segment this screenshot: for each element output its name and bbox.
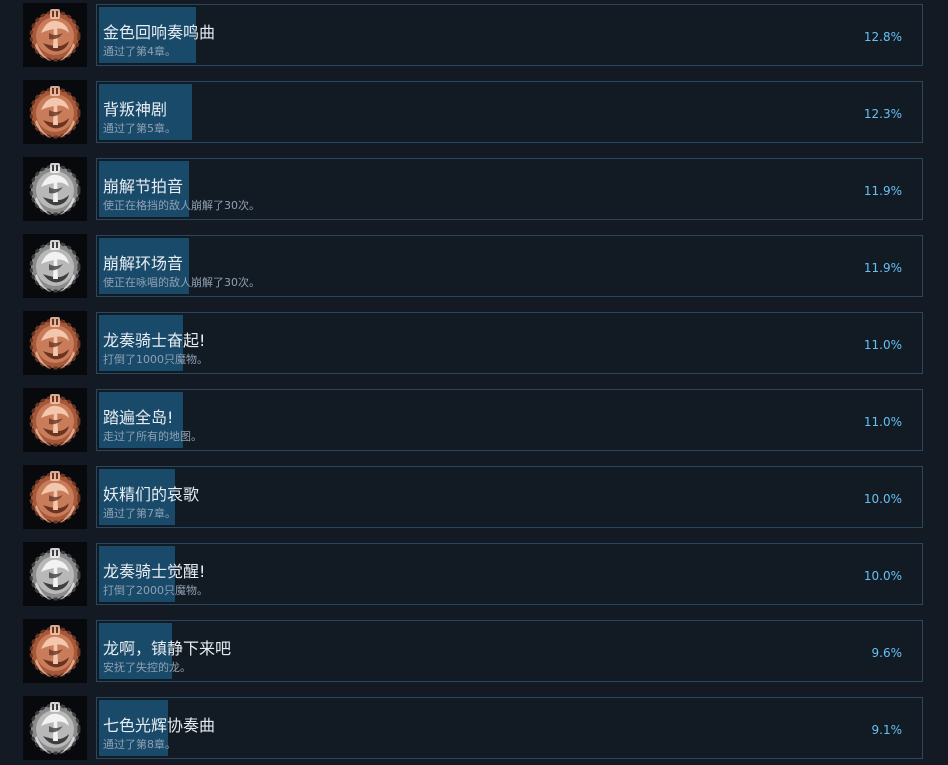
unlock-percentage: 9.1% bbox=[871, 723, 903, 737]
achievement-panel: 龙啊，镇静下来吧安抚了失控的龙。 9.6% bbox=[96, 620, 923, 682]
achievement-description: 使正在咏唱的敌人崩解了30次。 bbox=[103, 276, 260, 289]
achievement-row: 七色光辉协奏曲通过了第8章。 9.1% bbox=[0, 695, 948, 761]
achievement-title: 七色光辉协奏曲 bbox=[103, 716, 216, 735]
achievement-description: 通过了第5章。 bbox=[103, 122, 176, 135]
achievement-panel: 妖精们的哀歌通过了第7章。 10.0% bbox=[96, 466, 923, 528]
achievement-description: 通过了第4章。 bbox=[103, 45, 176, 58]
achievement-row: 崩解节拍音使正在格挡的敌人崩解了30次。 11.9% bbox=[0, 156, 948, 222]
unlock-percentage: 12.8% bbox=[863, 30, 902, 44]
achievement-row: 背叛神剧通过了第5章。 12.3% bbox=[0, 79, 948, 145]
achievement-panel: 金色回响奏鸣曲通过了第4章。 12.8% bbox=[96, 4, 923, 66]
achievement-title: 崩解环场音 bbox=[103, 254, 184, 273]
achievement-panel: 背叛神剧通过了第5章。 12.3% bbox=[96, 81, 923, 143]
silver-achievement-badge-icon bbox=[23, 696, 87, 760]
achievement-title: 踏遍全岛! bbox=[103, 408, 174, 427]
achievement-title: 金色回响奏鸣曲 bbox=[103, 23, 216, 42]
achievement-panel: 龙奏骑士奋起! 打倒了1000只魔物。 11.0% bbox=[96, 312, 923, 374]
achievement-description: 打倒了1000只魔物。 bbox=[103, 353, 208, 366]
achievement-title: 背叛神剧 bbox=[103, 100, 168, 119]
achievement-panel: 踏遍全岛! 走过了所有的地图。 11.0% bbox=[96, 389, 923, 451]
unlock-percentage: 10.0% bbox=[863, 492, 902, 506]
bronze-achievement-badge-icon bbox=[23, 311, 87, 375]
achievement-description: 打倒了2000只魔物。 bbox=[103, 584, 208, 597]
unlock-percentage: 11.0% bbox=[863, 415, 902, 429]
silver-achievement-badge-icon bbox=[23, 542, 87, 606]
achievement-row: 龙奏骑士觉醒! 打倒了2000只魔物。 10.0% bbox=[0, 541, 948, 607]
achievement-description: 通过了第8章。 bbox=[103, 738, 176, 751]
achievement-panel: 七色光辉协奏曲通过了第8章。 9.1% bbox=[96, 697, 923, 759]
bronze-achievement-badge-icon bbox=[23, 465, 87, 529]
achievement-description: 通过了第7章。 bbox=[103, 507, 176, 520]
achievement-description: 安抚了失控的龙。 bbox=[103, 661, 191, 674]
achievement-description: 走过了所有的地图。 bbox=[103, 430, 202, 443]
silver-achievement-badge-icon bbox=[23, 157, 87, 221]
unlock-percentage: 11.9% bbox=[863, 184, 902, 198]
bronze-achievement-badge-icon bbox=[23, 80, 87, 144]
achievement-panel: 龙奏骑士觉醒! 打倒了2000只魔物。 10.0% bbox=[96, 543, 923, 605]
achievement-title: 崩解节拍音 bbox=[103, 177, 184, 196]
achievement-row: 崩解环场音使正在咏唱的敌人崩解了30次。 11.9% bbox=[0, 233, 948, 299]
unlock-percentage: 11.9% bbox=[863, 261, 902, 275]
unlock-percentage: 11.0% bbox=[863, 338, 902, 352]
achievement-row: 金色回响奏鸣曲通过了第4章。 12.8% bbox=[0, 2, 948, 68]
achievement-row: 龙啊，镇静下来吧安抚了失控的龙。 9.6% bbox=[0, 618, 948, 684]
unlock-percentage: 10.0% bbox=[863, 569, 902, 583]
silver-achievement-badge-icon bbox=[23, 234, 87, 298]
bronze-achievement-badge-icon bbox=[23, 3, 87, 67]
achievement-row: 龙奏骑士奋起! 打倒了1000只魔物。 11.0% bbox=[0, 310, 948, 376]
achievement-row: 踏遍全岛! 走过了所有的地图。 11.0% bbox=[0, 387, 948, 453]
achievement-description: 使正在格挡的敌人崩解了30次。 bbox=[103, 199, 260, 212]
bronze-achievement-badge-icon bbox=[23, 388, 87, 452]
bronze-achievement-badge-icon bbox=[23, 619, 87, 683]
unlock-percentage: 9.6% bbox=[871, 646, 903, 660]
achievement-title: 龙奏骑士觉醒! bbox=[103, 562, 206, 581]
achievement-title: 龙啊，镇静下来吧 bbox=[103, 639, 232, 658]
achievement-panel: 崩解环场音使正在咏唱的敌人崩解了30次。 11.9% bbox=[96, 235, 923, 297]
achievement-title: 龙奏骑士奋起! bbox=[103, 331, 206, 350]
unlock-percentage: 12.3% bbox=[863, 107, 902, 121]
achievement-list: 金色回响奏鸣曲通过了第4章。 12.8% 背叛神剧通过了第5章。 12.3% 崩解节拍音… bbox=[0, 0, 948, 765]
achievement-row: 妖精们的哀歌通过了第7章。 10.0% bbox=[0, 464, 948, 530]
achievement-panel: 崩解节拍音使正在格挡的敌人崩解了30次。 11.9% bbox=[96, 158, 923, 220]
achievement-title: 妖精们的哀歌 bbox=[103, 485, 200, 504]
